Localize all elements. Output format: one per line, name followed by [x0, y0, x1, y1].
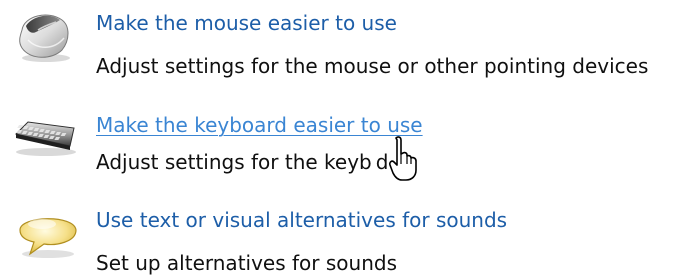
mouse-settings-item: Make the mouse easier to use Adjust sett…	[0, 0, 681, 80]
speech-bubble-icon[interactable]	[8, 204, 80, 264]
mouse-settings-link[interactable]: Make the mouse easier to use	[96, 10, 397, 36]
keyboard-icon[interactable]	[8, 106, 80, 166]
keyboard-settings-description: Adjust settings for the keyb d	[96, 150, 389, 174]
mouse-settings-description: Adjust settings for the mouse or other p…	[96, 54, 649, 78]
sounds-settings-link[interactable]: Use text or visual alternatives for soun…	[96, 207, 507, 233]
mouse-icon[interactable]	[8, 6, 80, 66]
sounds-settings-description: Set up alternatives for sounds	[96, 251, 397, 275]
sounds-settings-item: Use text or visual alternatives for soun…	[0, 198, 681, 278]
keyboard-settings-item: Make the keyboard easier to use Adjust s…	[0, 100, 681, 180]
keyboard-settings-link[interactable]: Make the keyboard easier to use	[96, 112, 423, 138]
